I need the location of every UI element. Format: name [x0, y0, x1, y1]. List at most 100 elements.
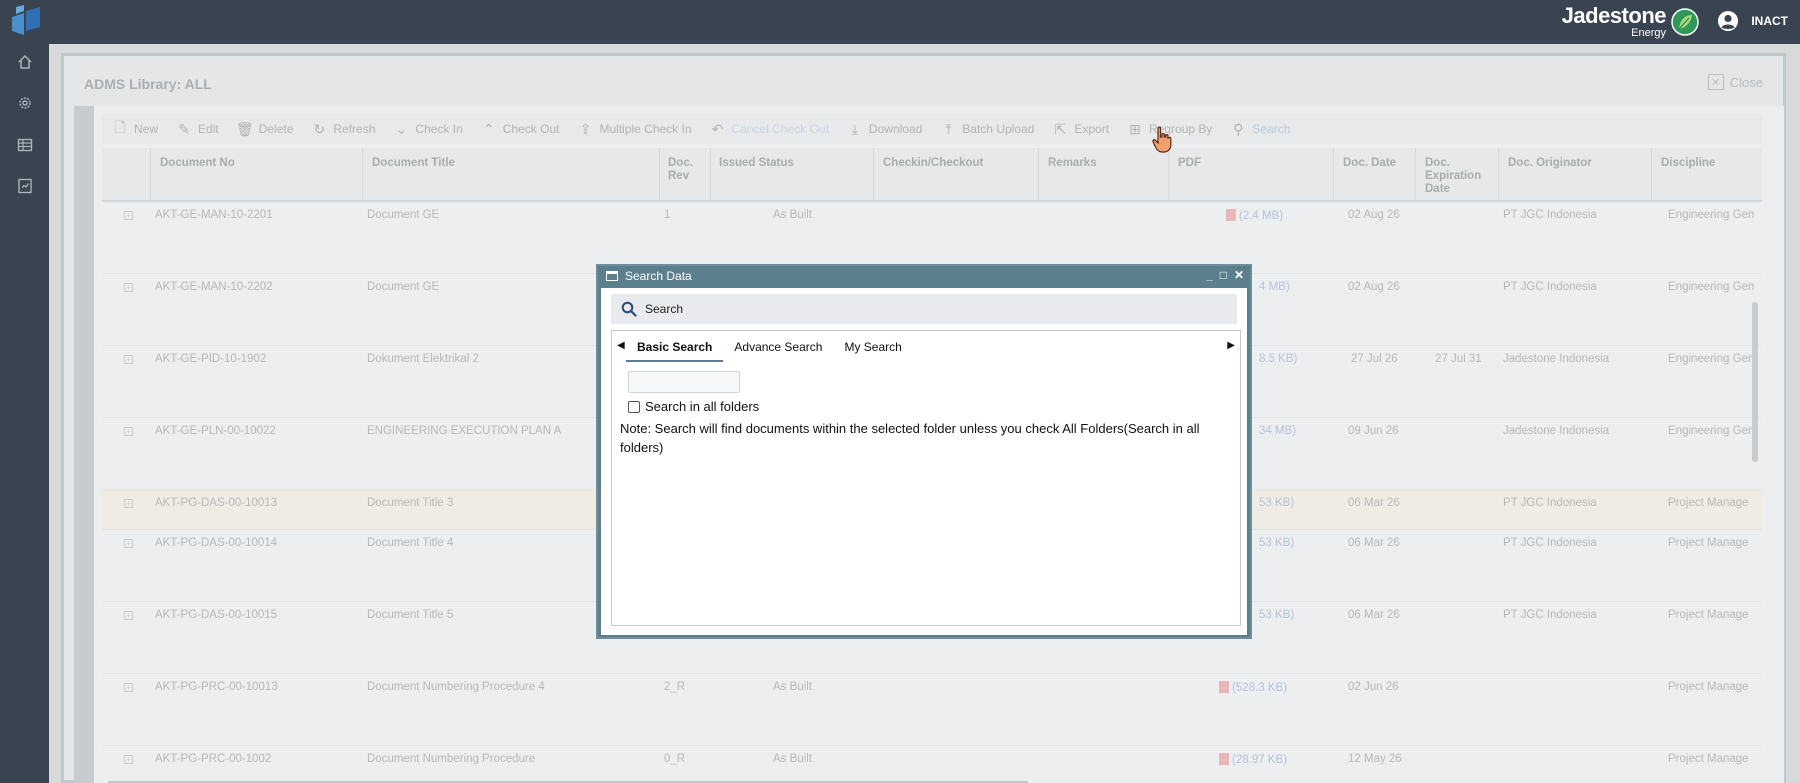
- pdf-size: (528.3 KB): [1232, 682, 1287, 694]
- expand-icon[interactable]: +: [124, 499, 133, 508]
- cell-pdf[interactable]: 53 KB): [1259, 609, 1294, 621]
- cell-pdf[interactable]: 4 MB): [1259, 281, 1290, 293]
- user-menu[interactable]: INACT: [1717, 10, 1788, 32]
- search-dialog: Search Data _ □ ✕ Search ◀ ▶ Basic Searc…: [596, 264, 1252, 639]
- export-button[interactable]: ⇱ Export: [1052, 121, 1109, 137]
- expand-icon[interactable]: +: [124, 355, 133, 364]
- expand-icon[interactable]: +: [124, 755, 133, 764]
- search-all-folders-checkbox[interactable]: [628, 400, 640, 413]
- cell-doc-no: AKT-GE-PLN-00-10022: [155, 425, 276, 437]
- cell-doc-no: AKT-GE-PID-10-1902: [155, 353, 267, 365]
- expand-icon[interactable]: +: [124, 539, 133, 548]
- vertical-scrollbar[interactable]: [1752, 302, 1758, 462]
- col-remarks[interactable]: Remarks: [1048, 157, 1097, 170]
- table-row[interactable]: + AKT-PG-PRC-00-10013 Document Numbering…: [102, 674, 1762, 746]
- window-controls: _ □ ✕: [1199, 268, 1244, 282]
- search-all-folders-option[interactable]: Search in all folders: [628, 399, 759, 414]
- cell-doc-title: Document Numbering Procedure 4: [367, 681, 545, 693]
- delete-button[interactable]: 🗑 Delete: [236, 121, 294, 137]
- cell-discipline: Engineering Gen: [1668, 209, 1755, 221]
- user-name: INACT: [1751, 14, 1788, 28]
- cell-doc-date: 12 May 26: [1348, 753, 1402, 765]
- col-doc-originator[interactable]: Doc. Originator: [1508, 157, 1592, 170]
- col-document-title[interactable]: Document Title: [372, 157, 455, 170]
- col-discipline[interactable]: Discipline: [1661, 157, 1715, 170]
- app-logo[interactable]: [10, 5, 42, 39]
- cell-pdf[interactable]: 8.5 KB): [1259, 353, 1297, 365]
- cell-discipline: Engineering Gen: [1668, 281, 1755, 293]
- dialog-title-bar[interactable]: Search Data: [598, 266, 1250, 286]
- multiple-check-in-button[interactable]: ⇪ Multiple Check In: [577, 121, 692, 137]
- tab-advance-search[interactable]: Advance Search: [723, 335, 833, 362]
- tab-scroll-left-icon[interactable]: ◀: [617, 340, 625, 351]
- chevron-down-icon: ⌄: [395, 120, 408, 137]
- cell-doc-title: Document GE: [367, 209, 440, 221]
- expand-icon[interactable]: +: [124, 683, 133, 692]
- tab-scroll-right-icon[interactable]: ▶: [1227, 340, 1235, 351]
- col-doc-date[interactable]: Doc. Date: [1343, 157, 1396, 170]
- table-row[interactable]: + AKT-PG-PRC-00-1002 Document Numbering …: [102, 746, 1762, 783]
- cell-pdf[interactable]: (528.3 KB): [1219, 681, 1287, 694]
- expand-icon[interactable]: +: [124, 427, 133, 436]
- cell-pdf[interactable]: (2.4 MB): [1226, 209, 1283, 222]
- cell-originator: Jadestone Indonesia: [1503, 425, 1610, 437]
- report-icon[interactable]: [17, 178, 33, 194]
- basic-search-input[interactable]: [628, 371, 740, 393]
- expand-icon[interactable]: +: [124, 211, 133, 220]
- cell-doc-date: 06 Mar 26: [1348, 609, 1400, 621]
- cell-doc-rev: 1: [664, 209, 671, 221]
- cell-originator: PT JGC Indonesia: [1503, 281, 1597, 293]
- new-button[interactable]: 🗋 New: [112, 119, 158, 137]
- maximize-icon[interactable]: □: [1220, 268, 1227, 282]
- cell-originator: PT JGC Indonesia: [1503, 497, 1597, 509]
- home-icon[interactable]: [17, 54, 33, 70]
- cell-pdf[interactable]: (28.97 KB): [1219, 753, 1287, 766]
- tab-basic-search[interactable]: Basic Search: [626, 335, 724, 362]
- search-button[interactable]: ⚲ Search: [1230, 121, 1290, 137]
- cell-pdf[interactable]: 34 MB): [1259, 425, 1296, 437]
- dialog-body: Search ◀ ▶ Basic Search Advance Search M…: [601, 288, 1247, 635]
- check-out-button[interactable]: ⌃ Check Out: [481, 121, 560, 137]
- download-button[interactable]: ⤓ Download: [847, 121, 922, 137]
- cell-pdf[interactable]: 53 KB): [1259, 537, 1294, 549]
- cell-pdf[interactable]: 53 KB): [1259, 497, 1294, 509]
- cell-doc-title: Document Numbering Procedure: [367, 753, 536, 765]
- close-button[interactable]: ✕ Close: [1707, 74, 1763, 90]
- search-icon: ⚲: [1233, 120, 1244, 137]
- cell-doc-title: Document Title 3: [367, 497, 454, 509]
- tab-my-search[interactable]: My Search: [833, 335, 912, 362]
- cell-originator: PT JGC Indonesia: [1503, 537, 1597, 549]
- gear-icon[interactable]: [17, 95, 33, 111]
- cell-doc-no: AKT-PG-PRC-00-1002: [155, 753, 272, 765]
- search-note: Note: Search will find documents within …: [620, 421, 1200, 455]
- cell-doc-date: 06 Mar 26: [1348, 537, 1400, 549]
- col-exp-line2: Expiration: [1425, 170, 1482, 182]
- cell-discipline: Project Manage: [1668, 609, 1749, 621]
- col-checkin-checkout[interactable]: Checkin/Checkout: [883, 157, 983, 170]
- expand-icon[interactable]: +: [124, 283, 133, 292]
- cancel-check-out-button[interactable]: ↶ Cancel Check Out: [710, 121, 829, 137]
- col-doc-rev[interactable]: Doc. Rev: [668, 157, 693, 183]
- cell-doc-rev: 0_R: [664, 753, 686, 765]
- search-all-folders-label: Search in all folders: [645, 399, 760, 414]
- col-pdf[interactable]: PDF: [1178, 157, 1201, 170]
- check-in-button[interactable]: ⌄ Check In: [393, 120, 463, 137]
- edit-button[interactable]: ✎ Edit: [176, 121, 219, 137]
- col-issued-status[interactable]: Issued Status: [719, 157, 794, 170]
- refresh-button[interactable]: ↻ Refresh: [311, 121, 376, 137]
- cell-discipline: Project Manage: [1668, 497, 1749, 509]
- refresh-label: Refresh: [333, 122, 376, 136]
- chevron-up-icon: ⌃: [482, 120, 495, 137]
- col-document-no[interactable]: Document No: [160, 157, 235, 170]
- dialog-title: Search Data: [625, 269, 692, 283]
- col-doc-expiration-date[interactable]: Doc. Expiration Date: [1425, 157, 1481, 196]
- minimize-icon[interactable]: _: [1206, 268, 1213, 282]
- cell-issued-status: As Built: [773, 681, 812, 693]
- batch-upload-button[interactable]: ⤒ Batch Upload: [940, 121, 1034, 137]
- close-icon[interactable]: ✕: [1234, 268, 1244, 282]
- pdf-icon: [1219, 681, 1229, 693]
- expand-icon[interactable]: +: [124, 611, 133, 620]
- search-bar[interactable]: Search: [611, 294, 1237, 324]
- grid-icon[interactable]: [17, 137, 33, 153]
- cell-discipline: Engineering Gen: [1668, 353, 1755, 365]
